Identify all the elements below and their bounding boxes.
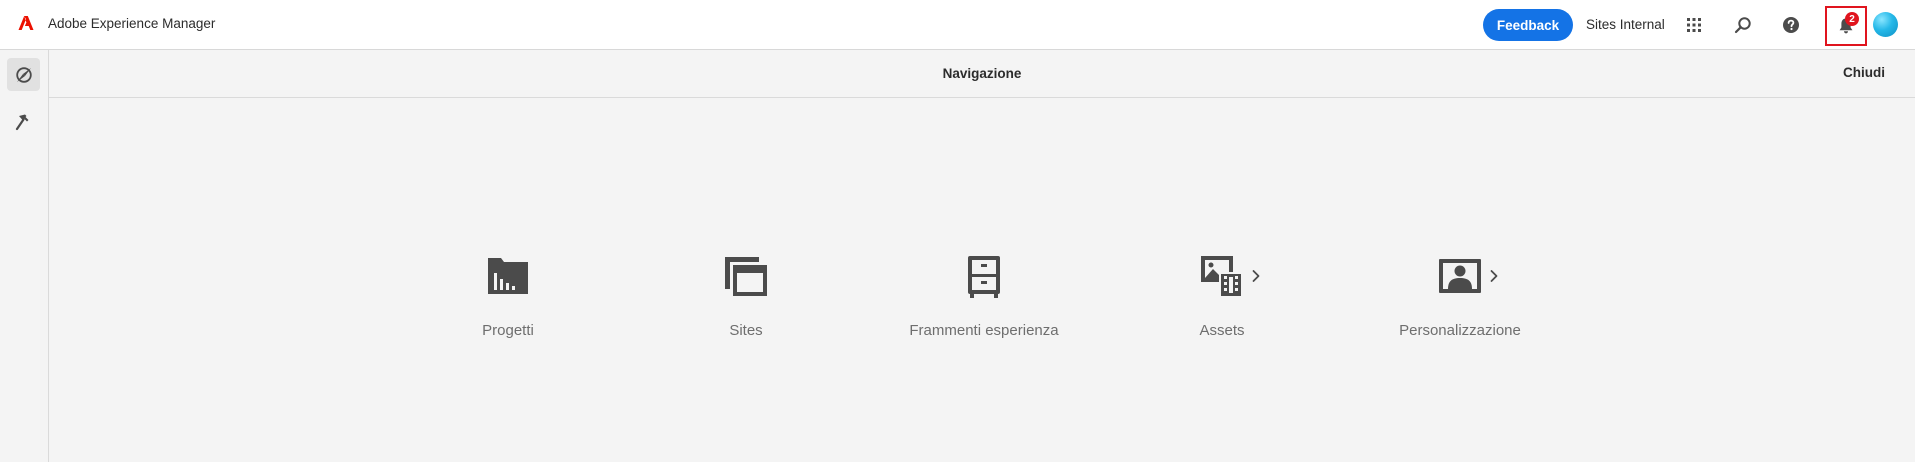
page-title: Navigazione xyxy=(942,66,1022,81)
nav-tile-sites[interactable]: Sites xyxy=(651,254,841,354)
nav-tile-projects[interactable]: Progetti xyxy=(413,254,603,354)
navigation-compass-icon xyxy=(15,66,32,83)
notifications-button[interactable]: 2 xyxy=(1825,6,1867,46)
nav-tile-experience-fragments[interactable]: Frammenti esperienza xyxy=(889,254,1079,354)
tile-label: Personalizzazione xyxy=(1399,322,1521,339)
tile-label: Sites xyxy=(729,322,763,339)
assets-images-icon xyxy=(1201,256,1243,298)
left-rail xyxy=(0,50,49,462)
help-button[interactable] xyxy=(1777,11,1805,39)
chevron-right-icon xyxy=(1490,270,1498,282)
search-button[interactable] xyxy=(1729,11,1757,39)
personalization-person-icon xyxy=(1439,259,1481,293)
projects-folder-icon xyxy=(488,258,528,294)
navigation-tiles: Progetti Sites Frammenti esperienza Asse… xyxy=(49,99,1915,462)
org-switcher[interactable]: Sites Internal xyxy=(1586,17,1665,32)
help-icon xyxy=(1783,17,1799,33)
product-title: Adobe Experience Manager xyxy=(48,15,216,31)
search-icon xyxy=(1734,17,1751,34)
top-header-bar: Adobe Experience Manager Feedback Sites … xyxy=(0,0,1915,50)
rail-item-navigation[interactable] xyxy=(7,58,40,91)
sites-windows-icon xyxy=(725,257,767,296)
nav-tile-assets[interactable]: Assets xyxy=(1127,254,1317,354)
tile-label: Progetti xyxy=(482,322,534,339)
close-button[interactable]: Chiudi xyxy=(1843,65,1885,80)
chevron-right-icon xyxy=(1252,270,1260,282)
experience-fragments-cabinet-icon xyxy=(968,256,1000,298)
nav-tile-personalization[interactable]: Personalizzazione xyxy=(1365,254,1555,354)
tile-label: Frammenti esperienza xyxy=(909,322,1059,339)
hammer-tools-icon xyxy=(15,114,28,130)
apps-button[interactable] xyxy=(1680,11,1708,39)
tile-label: Assets xyxy=(1199,322,1245,339)
user-avatar[interactable] xyxy=(1873,12,1898,37)
brand-home-link[interactable]: Adobe Experience Manager xyxy=(18,15,215,31)
notification-count-badge: 2 xyxy=(1845,12,1859,26)
navigation-header: Navigazione Chiudi xyxy=(49,50,1915,98)
feedback-button[interactable]: Feedback xyxy=(1483,9,1573,41)
apps-grid-icon xyxy=(1687,18,1701,32)
rail-item-tools[interactable] xyxy=(7,105,40,138)
adobe-logo-icon xyxy=(18,16,34,30)
